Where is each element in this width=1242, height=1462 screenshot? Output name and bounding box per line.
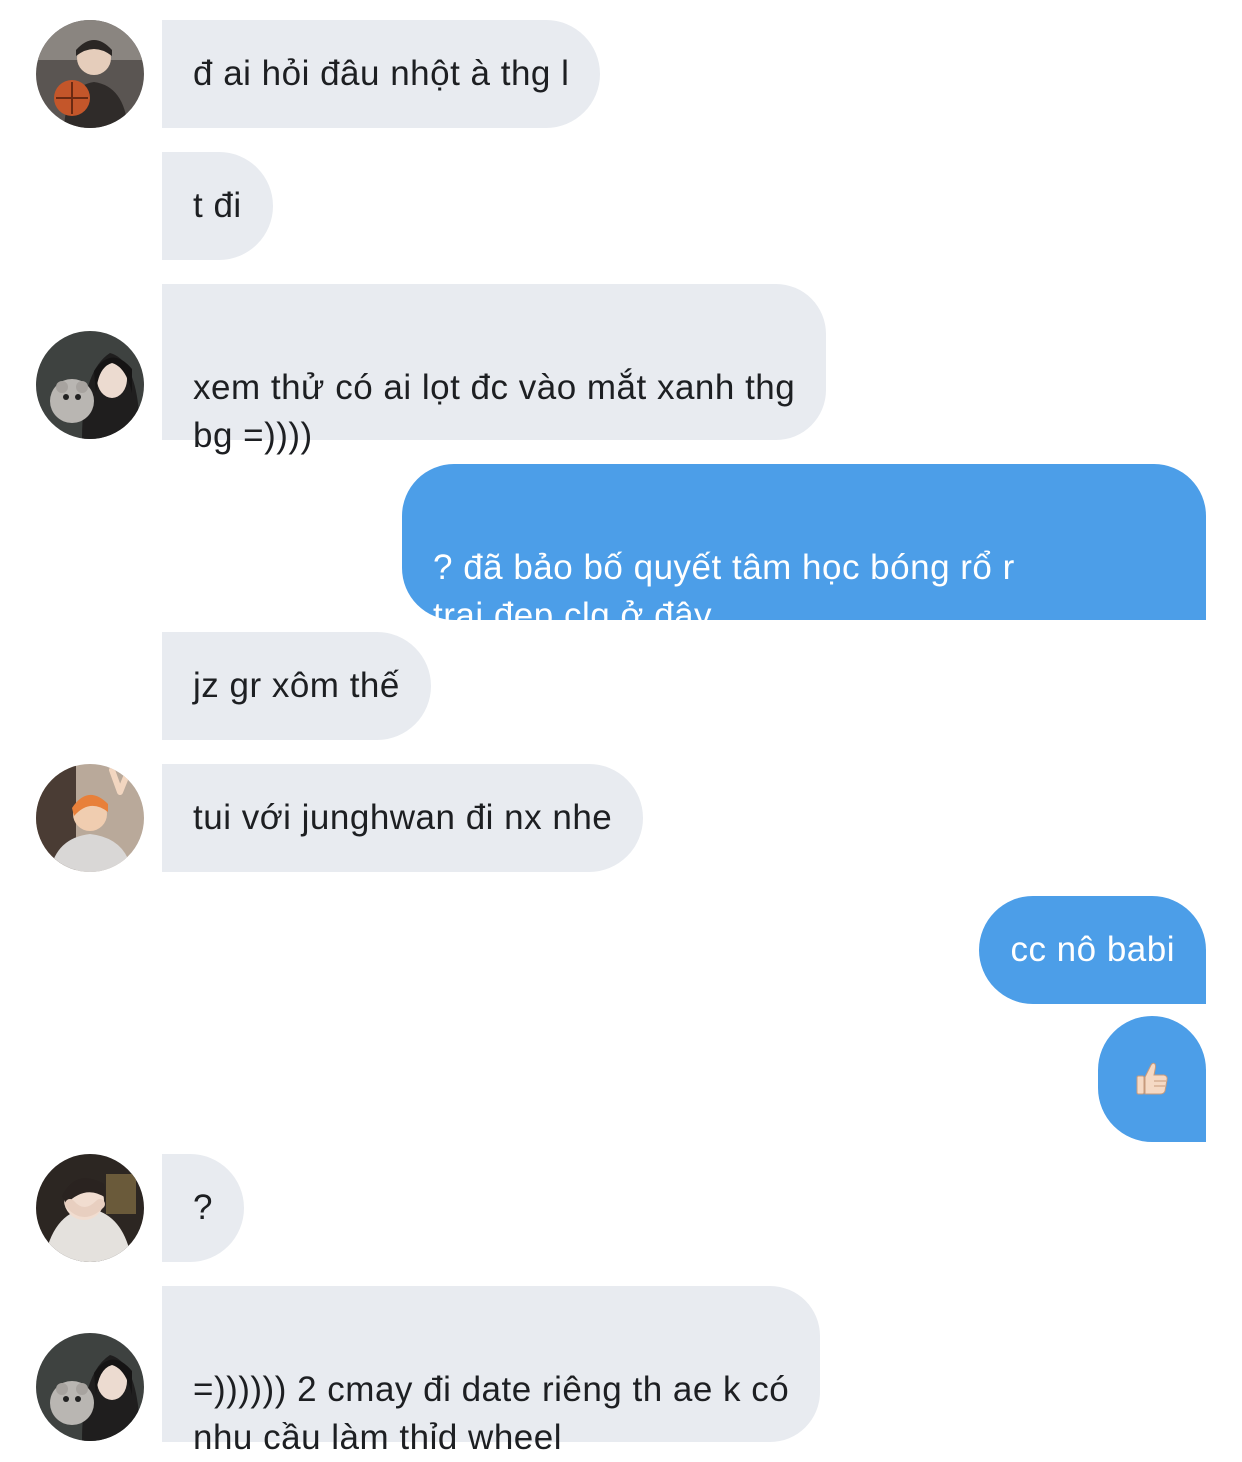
message-text: jz gr xôm thế	[193, 666, 400, 705]
incoming-message-bubble[interactable]: jz gr xôm thế	[162, 632, 431, 740]
message-text: tui với junghwan đi nx nhe	[193, 798, 613, 837]
incoming-message-bubble[interactable]: đ ai hỏi đâu nhột à thg l	[162, 20, 601, 128]
incoming-message-bubble[interactable]: ?	[162, 1154, 244, 1262]
incoming-message-bubble[interactable]: t đi	[162, 152, 273, 260]
outgoing-emoji-bubble[interactable]	[1098, 1016, 1206, 1142]
avatar[interactable]	[36, 1154, 144, 1262]
avatar-photo-icon	[36, 331, 144, 439]
avatar-photo-icon	[36, 20, 144, 128]
avatar[interactable]	[36, 764, 144, 872]
message-text: =)))))) 2 cmay đi date riêng th ae k có …	[193, 1370, 790, 1457]
message-text: đ ai hỏi đâu nhột à thg l	[193, 54, 570, 93]
avatar-photo-icon	[36, 764, 144, 872]
avatar[interactable]	[36, 20, 144, 128]
avatar[interactable]	[36, 1333, 144, 1441]
avatar-photo-icon	[36, 1333, 144, 1441]
thumbs-up-icon	[1136, 1062, 1168, 1095]
avatar-photo-icon	[36, 1154, 144, 1262]
incoming-message-bubble[interactable]: tui với junghwan đi nx nhe	[162, 764, 644, 872]
message-text: ?	[193, 1188, 213, 1227]
message-text: cc nô babi	[1010, 930, 1175, 969]
incoming-message-bubble[interactable]: xem thử có ai lọt đc vào mắt xanh thg bg…	[162, 284, 827, 455]
outgoing-message-bubble[interactable]: cc nô babi	[979, 896, 1206, 1004]
message-text: ? đã bảo bố quyết tâm học bóng rổ r trai…	[433, 548, 1015, 635]
message-text: xem thử có ai lọt đc vào mắt xanh thg bg…	[193, 368, 796, 455]
outgoing-message-bubble[interactable]: ? đã bảo bố quyết tâm học bóng rổ r trai…	[402, 464, 1206, 635]
message-text: t đi	[193, 186, 242, 225]
avatar[interactable]	[36, 331, 144, 439]
incoming-message-bubble[interactable]: =)))))) 2 cmay đi date riêng th ae k có …	[162, 1286, 821, 1457]
